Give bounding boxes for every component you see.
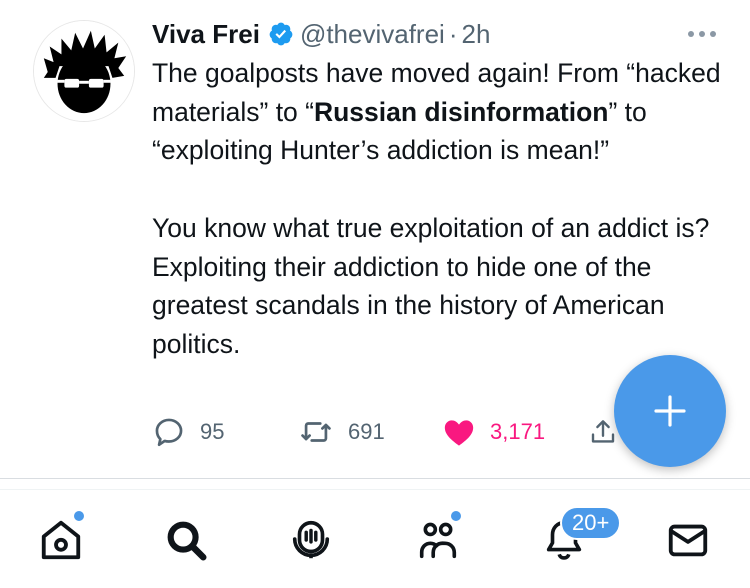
reply-button[interactable]: 95	[152, 414, 224, 450]
author-handle[interactable]: @thevivafrei	[300, 19, 445, 50]
tab-search[interactable]	[158, 512, 214, 568]
home-unread-dot	[73, 510, 85, 522]
home-icon	[41, 520, 81, 560]
like-button[interactable]: 3,171	[442, 414, 545, 450]
timeline-divider	[0, 478, 750, 479]
more-options-button[interactable]	[682, 20, 722, 48]
tweet-actions: 95 691 3,171	[152, 414, 632, 450]
share-icon	[591, 420, 615, 443]
tweet-timestamp[interactable]: 2h	[462, 19, 491, 50]
retweet-button[interactable]: 691	[298, 414, 385, 450]
avatar-illustration	[34, 21, 134, 121]
tweet-header: Viva Frei @thevivafrei · 2h	[152, 16, 490, 52]
author-name[interactable]: Viva Frei	[152, 19, 260, 50]
search-icon	[167, 521, 207, 561]
communities-unread-dot	[450, 510, 462, 522]
tweet-paragraph-2: You know what true exploitation of an ad…	[152, 212, 710, 359]
separator-dot: ·	[448, 18, 458, 49]
like-count: 3,171	[490, 419, 546, 444]
reply-icon	[155, 418, 183, 447]
tweet-text-bold: Russian disinformation	[313, 96, 609, 127]
retweet-count: 691	[348, 419, 385, 444]
heart-filled-icon	[444, 420, 474, 446]
tab-spaces[interactable]	[283, 512, 339, 568]
verified-badge-icon	[268, 21, 294, 47]
communities-icon	[419, 522, 457, 559]
more-dots-icon	[688, 31, 716, 37]
mail-icon	[668, 524, 708, 557]
plus-icon	[654, 395, 686, 427]
reply-count: 95	[200, 419, 225, 444]
share-button[interactable]	[588, 414, 618, 450]
spaces-icon	[292, 520, 330, 559]
notifications-count-badge: 20+	[560, 506, 622, 540]
bottom-tab-bar	[0, 489, 750, 588]
tweet-text: The goalposts have moved again! From “ha…	[152, 54, 732, 364]
compose-tweet-button[interactable]	[614, 355, 726, 467]
author-avatar[interactable]	[33, 20, 135, 122]
retweet-icon	[301, 422, 331, 442]
tab-messages[interactable]	[660, 512, 716, 568]
tweet-paragraph-1: The goalposts have moved again! From “ha…	[152, 54, 732, 170]
